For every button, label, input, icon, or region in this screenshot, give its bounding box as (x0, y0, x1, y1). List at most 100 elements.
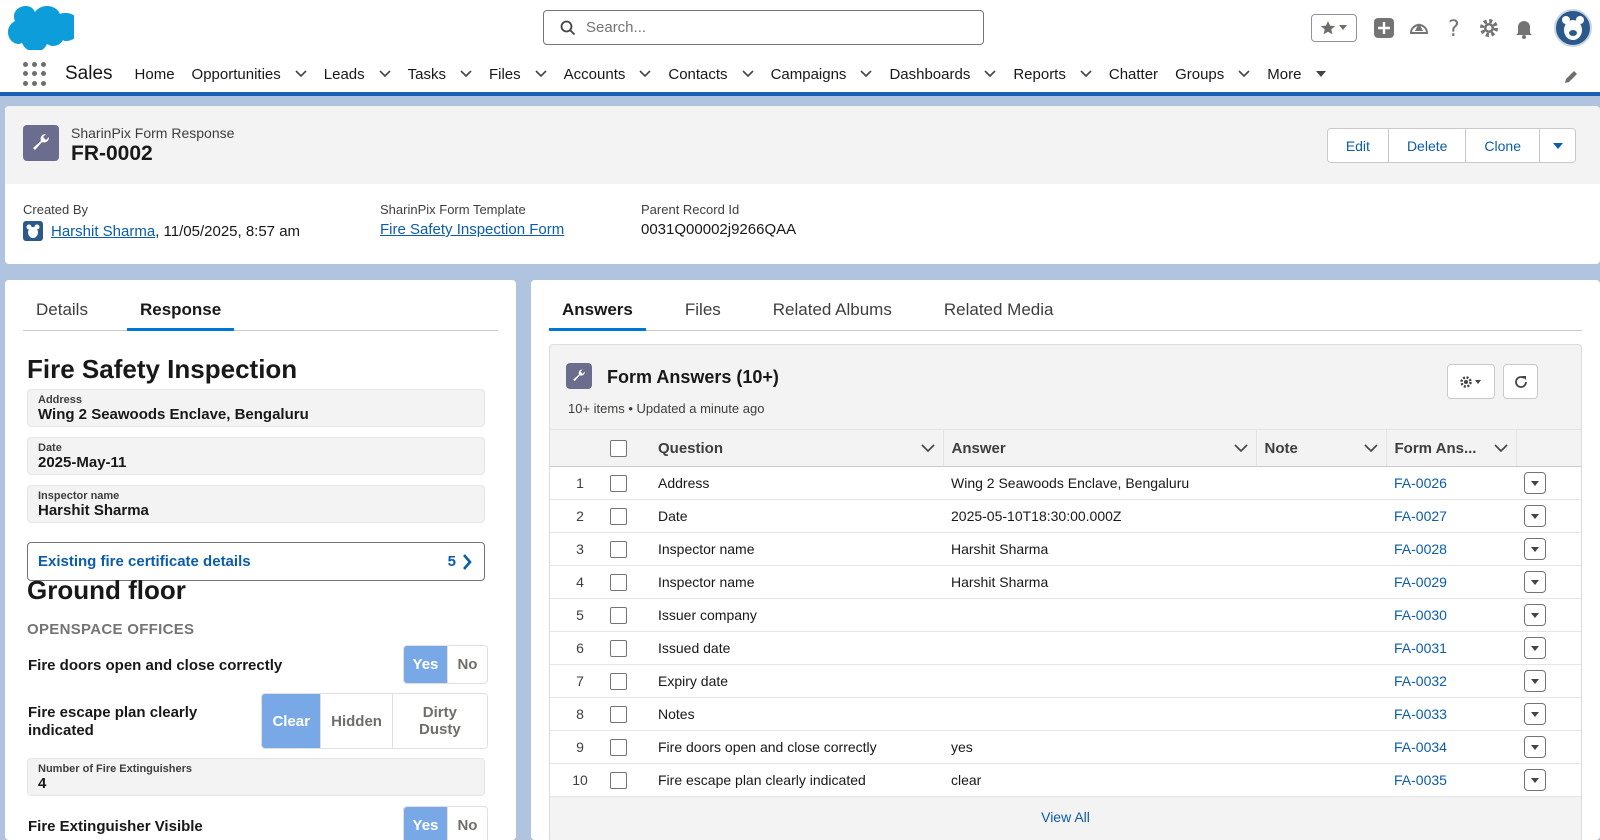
row-actions-button[interactable] (1524, 736, 1546, 758)
form-template-link[interactable]: Fire Safety Inspection Form (380, 221, 564, 238)
nav-item-reports[interactable]: Reports (1013, 66, 1092, 83)
form-answer-link[interactable]: FA-0028 (1394, 541, 1447, 557)
view-all-link[interactable]: View All (550, 809, 1581, 825)
clear-option[interactable]: Clear (262, 694, 322, 748)
trailhead-icon[interactable] (1408, 17, 1430, 39)
favorites-button[interactable] (1311, 14, 1357, 42)
form-answer-link[interactable]: FA-0034 (1394, 739, 1447, 755)
tab-response[interactable]: Response (126, 294, 235, 331)
delete-button[interactable]: Delete (1388, 129, 1467, 162)
nav-item-tasks[interactable]: Tasks (408, 66, 472, 83)
form-answer-link[interactable]: FA-0029 (1394, 574, 1447, 590)
tab-related-albums[interactable]: Related Albums (760, 294, 905, 331)
nav-item-groups[interactable]: Groups (1175, 66, 1250, 83)
created-by-user-link[interactable]: Harshit Sharma (51, 223, 155, 240)
row-actions-button[interactable] (1524, 604, 1546, 626)
chevron-down-icon[interactable] (1080, 70, 1092, 78)
chevron-down-icon[interactable] (984, 70, 996, 78)
tab-details[interactable]: Details (23, 294, 101, 331)
more-actions-button[interactable] (1540, 129, 1575, 162)
global-search-input[interactable]: Search... (543, 10, 984, 45)
no-option[interactable]: No (448, 807, 487, 840)
row-actions-button[interactable] (1524, 703, 1546, 725)
salesforce-cloud-logo[interactable] (8, 4, 74, 50)
field-value: 4 (38, 775, 47, 792)
nav-item-dashboards[interactable]: Dashboards (889, 66, 996, 83)
note-cell (1256, 697, 1386, 731)
column-header-answer[interactable]: Answer (943, 429, 1257, 467)
chevron-down-icon[interactable] (741, 70, 754, 78)
dirty-dusty-option[interactable]: Dirty Dusty (393, 694, 487, 748)
form-answer-link[interactable]: FA-0032 (1394, 673, 1447, 689)
yes-option[interactable]: Yes (404, 646, 448, 683)
nav-item-more[interactable]: More (1267, 66, 1327, 83)
nav-item-accounts[interactable]: Accounts (564, 66, 652, 83)
row-checkbox[interactable] (610, 474, 627, 492)
tab-answers[interactable]: Answers (549, 294, 646, 331)
global-actions-icon[interactable] (1373, 17, 1395, 39)
row-checkbox[interactable] (610, 639, 627, 657)
row-actions-button[interactable] (1524, 472, 1546, 494)
tab-related-media[interactable]: Related Media (931, 294, 1067, 331)
row-actions-button[interactable] (1524, 769, 1546, 791)
row-checkbox[interactable] (610, 705, 627, 723)
row-checkbox[interactable] (610, 738, 627, 756)
hidden-option[interactable]: Hidden (321, 694, 393, 748)
column-header-question[interactable]: Question (650, 429, 944, 467)
form-answer-link[interactable]: FA-0026 (1394, 475, 1447, 491)
form-answer-link[interactable]: FA-0031 (1394, 640, 1447, 656)
chevron-down-icon[interactable] (460, 70, 472, 78)
chevron-down-icon[interactable] (639, 70, 651, 78)
user-avatar[interactable] (1554, 9, 1592, 47)
form-answer-link[interactable]: FA-0027 (1394, 508, 1447, 524)
column-header-note[interactable]: Note (1256, 429, 1387, 467)
no-option[interactable]: No (448, 646, 487, 683)
form-answer-link[interactable]: FA-0035 (1394, 772, 1447, 788)
row-checkbox[interactable] (610, 771, 627, 789)
row-actions-button[interactable] (1524, 538, 1546, 560)
chevron-down-icon[interactable] (379, 70, 391, 78)
gear-icon[interactable] (1478, 17, 1500, 39)
nav-item-files[interactable]: Files (489, 66, 547, 83)
chevron-down-icon[interactable] (1363, 443, 1378, 453)
chevron-down-icon[interactable] (1233, 443, 1248, 453)
row-checkbox[interactable] (610, 507, 627, 525)
form-answer-link[interactable]: FA-0033 (1394, 706, 1447, 722)
column-header-form-answer[interactable]: Form Ans... (1386, 429, 1517, 467)
question-cell: Expiry date (650, 664, 943, 698)
chevron-down-icon[interactable] (1493, 443, 1508, 453)
app-launcher-icon[interactable] (23, 62, 47, 86)
chevron-down-icon[interactable] (295, 70, 307, 78)
form-answer-link[interactable]: FA-0030 (1394, 607, 1447, 623)
row-actions-button[interactable] (1524, 670, 1546, 692)
clone-button[interactable]: Clone (1466, 129, 1540, 162)
row-checkbox[interactable] (610, 573, 627, 591)
row-actions-button[interactable] (1524, 637, 1546, 659)
nav-item-campaigns[interactable]: Campaigns (771, 66, 873, 83)
yes-option[interactable]: Yes (404, 807, 448, 840)
caret-down-icon[interactable] (1315, 70, 1327, 78)
row-checkbox[interactable] (610, 606, 627, 624)
help-icon[interactable]: ? (1443, 17, 1465, 39)
list-settings-button[interactable] (1447, 364, 1495, 399)
notifications-bell-icon[interactable] (1513, 17, 1535, 39)
row-checkbox[interactable] (610, 672, 627, 690)
nav-item-contacts[interactable]: Contacts (668, 66, 754, 83)
nav-item-home[interactable]: Home (135, 66, 175, 83)
nav-item-opportunities[interactable]: Opportunities (192, 66, 307, 83)
nav-item-chatter[interactable]: Chatter (1109, 66, 1158, 83)
row-actions-button[interactable] (1524, 505, 1546, 527)
refresh-button[interactable] (1503, 364, 1538, 399)
chevron-down-icon[interactable] (535, 70, 547, 78)
chevron-down-icon[interactable] (1238, 70, 1250, 78)
row-actions-button[interactable] (1524, 571, 1546, 593)
nav-item-leads[interactable]: Leads (324, 66, 391, 83)
select-all-checkbox[interactable] (610, 439, 627, 457)
related-list-title[interactable]: Form Answers (10+) (607, 367, 779, 388)
row-checkbox[interactable] (610, 540, 627, 558)
edit-nav-pencil-icon[interactable] (1564, 70, 1578, 84)
tab-files[interactable]: Files (672, 294, 734, 331)
edit-button[interactable]: Edit (1327, 129, 1389, 162)
chevron-down-icon[interactable] (860, 70, 873, 78)
chevron-down-icon[interactable] (920, 443, 935, 453)
